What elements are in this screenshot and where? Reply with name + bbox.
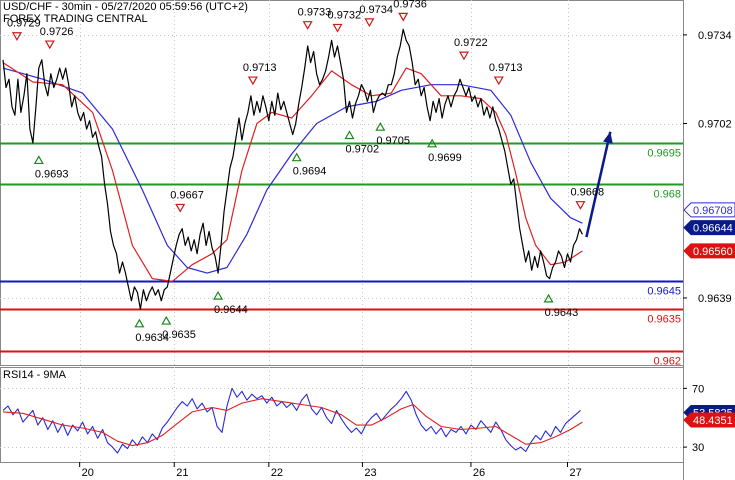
projection-arrow-head (603, 131, 613, 144)
swing-low-label: 0.9694 (293, 166, 327, 178)
x-tick-label: 26 (473, 467, 485, 479)
swing-low-label: 0.9702 (345, 144, 379, 156)
swing-high-label: 0.9734 (359, 4, 393, 16)
level-label: 0.962 (653, 356, 681, 368)
x-tick-label: 21 (176, 467, 188, 479)
rsi-series-rsi14 (2, 387, 581, 454)
swing-high-label: 0.9726 (40, 26, 74, 38)
swing-high-marker (364, 18, 375, 28)
level-lines: 0.9695 0.968 0.9645 0.9635 0.962 (0, 142, 683, 368)
swing-low-label: 0.9693 (35, 168, 69, 180)
swing-high-marker (458, 51, 470, 61)
price-series-group (2, 28, 583, 454)
x-tick-label: 27 (570, 467, 582, 479)
swing-high-marker (575, 201, 586, 210)
rsi-panel-title: RSI14 - 9MA (3, 369, 67, 381)
chart-subtitle: FOREX TRADING CENTRAL (3, 13, 148, 25)
swing-low-marker (375, 121, 386, 131)
chart-canvas: 0.96950.9680.96450.96350.962 0.97330.973… (0, 0, 735, 480)
swing-low-marker (213, 290, 224, 300)
swing-high-label: 0.9668 (570, 187, 604, 199)
x-tick-label: 23 (364, 467, 376, 479)
swing-high-marker (44, 40, 55, 50)
swing-high-marker (11, 32, 22, 41)
price-tag-label: 0.96708 (693, 205, 733, 217)
price-tag-label: 0.96644 (693, 223, 733, 235)
level-label: 0.9645 (647, 286, 681, 298)
swing-high-marker (398, 12, 409, 22)
y-tick-label: 0.9702 (698, 119, 732, 131)
swing-high-label: 0.9722 (454, 37, 488, 49)
swing-low-label: 0.9644 (214, 304, 248, 316)
swing-high-label: 0.9667 (170, 189, 204, 201)
swing-low-label: 0.9699 (428, 152, 462, 164)
price-panel-frame (0, 0, 684, 366)
y-tick-label: 0.9734 (698, 30, 732, 42)
rsi-tag-label: 48.4351 (693, 415, 733, 427)
annotations: 0.97330.97320.9734 0.9736 0.9722 0.9713 0.97… (7, 0, 613, 344)
rsi-y-tick-label: 30 (692, 442, 704, 454)
level-label: 0.9635 (647, 314, 681, 326)
swing-high-marker (332, 23, 343, 33)
swing-low-marker (33, 155, 44, 165)
price-tag-label: 0.96560 (693, 246, 733, 258)
swing-high-marker (493, 76, 504, 86)
swing-low-marker (161, 315, 172, 325)
swing-high-label: 0.9733 (298, 7, 332, 19)
swing-high-label: 0.9713 (243, 62, 277, 74)
x-tick-label: 22 (271, 467, 283, 479)
swing-low-label: 0.9643 (545, 307, 579, 319)
swing-low-label: 0.9635 (162, 329, 196, 341)
level-label: 0.968 (653, 189, 681, 201)
swing-low-label: 0.9705 (376, 135, 410, 147)
level-label: 0.9695 (647, 148, 681, 160)
rsi-y-tick-label: 70 (692, 383, 704, 395)
swing-low-marker (344, 130, 355, 140)
chart-title: USD/CHF - 30min - 05/27/2020 05:59:56 (U… (3, 1, 248, 13)
swing-high-marker (302, 21, 313, 30)
swing-high-label: 0.9732 (328, 9, 362, 21)
swing-high-marker (247, 76, 258, 86)
swing-high-marker (175, 203, 186, 213)
y-tick-label: 0.9639 (698, 293, 732, 305)
x-tick-label: 20 (82, 467, 94, 479)
swing-high-label: 0.9736 (393, 0, 427, 10)
swing-low-marker (291, 152, 302, 162)
swing-high-label: 0.9713 (489, 62, 523, 74)
swing-low-marker (134, 318, 145, 328)
